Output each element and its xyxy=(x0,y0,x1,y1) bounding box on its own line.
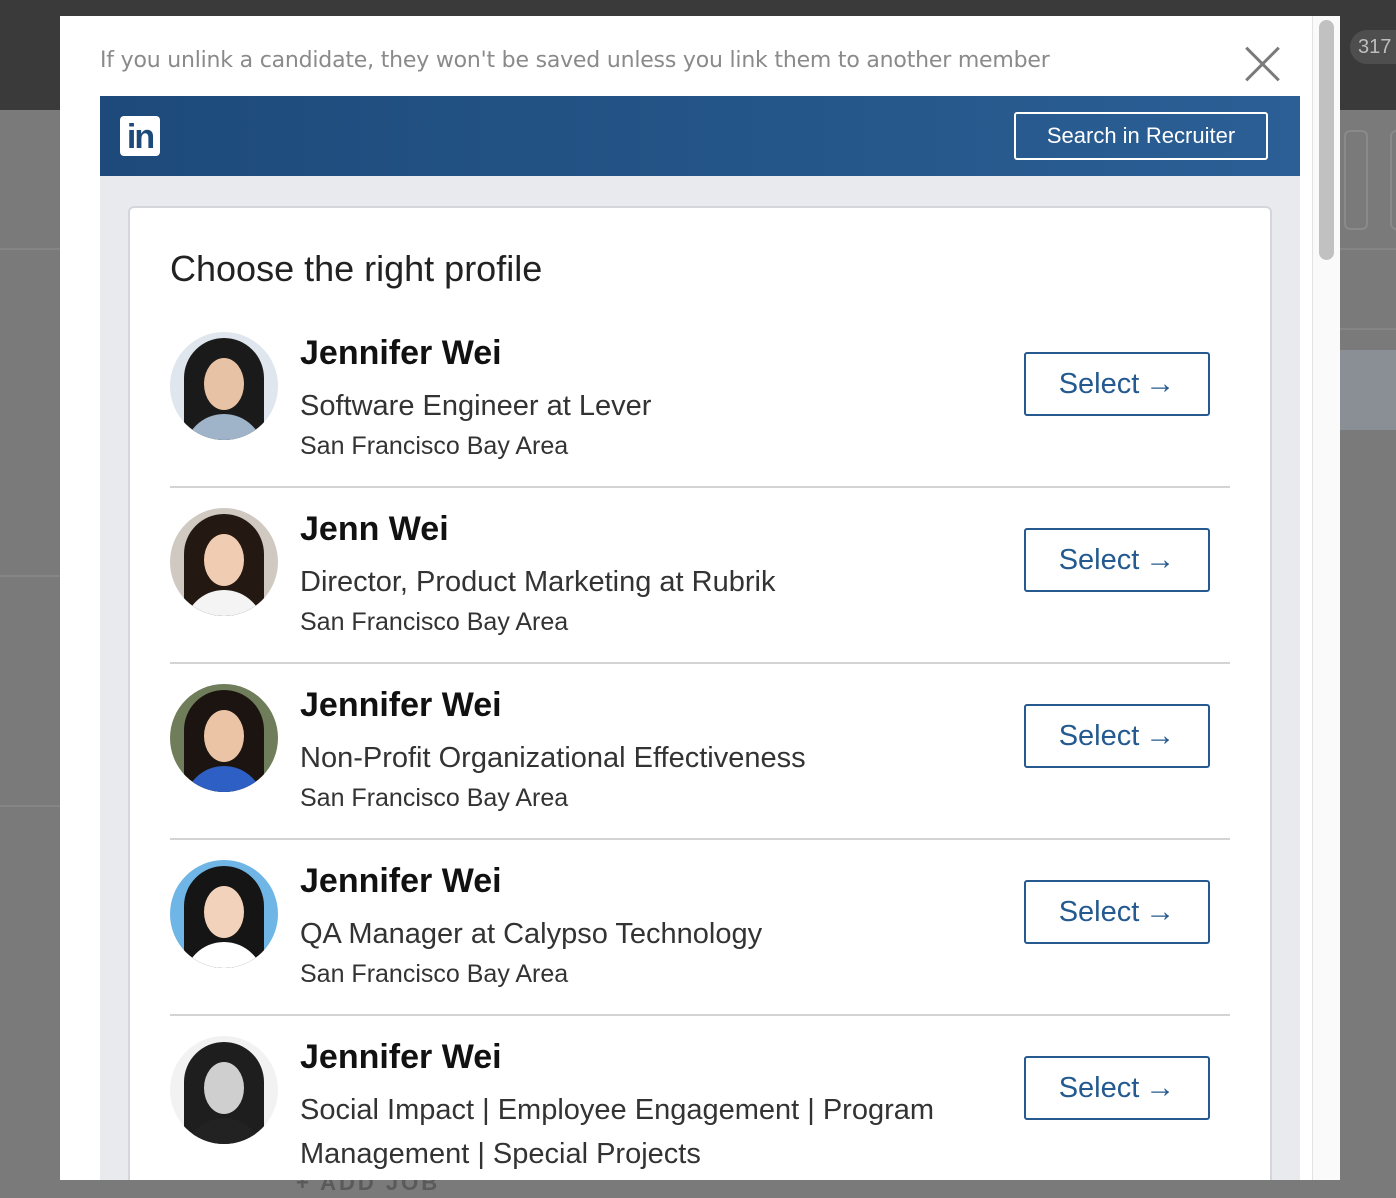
select-label: Select xyxy=(1058,896,1140,928)
select-label: Select xyxy=(1058,1072,1140,1104)
select-button[interactable]: Select → xyxy=(1024,352,1210,416)
select-label: Select xyxy=(1058,720,1140,752)
profile-row: Jennifer Wei Software Engineer at Lever … xyxy=(170,312,1230,488)
profile-row: Jennifer Wei Non-Profit Organizational E… xyxy=(170,664,1230,840)
profile-row: Jenn Wei Director, Product Marketing at … xyxy=(170,488,1230,664)
unlink-notice: If you unlink a candidate, they won't be… xyxy=(100,48,1050,73)
select-button[interactable]: Select → xyxy=(1024,528,1210,592)
background-box xyxy=(1390,130,1396,230)
avatar xyxy=(170,508,278,616)
profile-name: Jennifer Wei xyxy=(300,862,502,900)
card-title: Choose the right profile xyxy=(170,248,543,289)
profile-location: San Francisco Bay Area xyxy=(300,432,569,460)
close-icon[interactable] xyxy=(1242,44,1282,84)
profile-location: San Francisco Bay Area xyxy=(300,960,569,988)
arrow-right-icon: → xyxy=(1145,367,1176,400)
arrow-right-icon: → xyxy=(1145,719,1176,752)
background-divider xyxy=(0,248,60,250)
profile-name: Jenn Wei xyxy=(300,510,449,548)
profile-title: QA Manager at Calypso Technology xyxy=(300,918,763,950)
profile-location: San Francisco Bay Area xyxy=(300,784,569,812)
select-button[interactable]: Select → xyxy=(1024,1056,1210,1120)
profile-title: Social Impact | Employee Engagement | Pr… xyxy=(300,1094,935,1170)
avatar xyxy=(170,860,278,968)
profile-title: Software Engineer at Lever xyxy=(300,390,652,422)
background-divider xyxy=(0,575,60,577)
select-button[interactable]: Select → xyxy=(1024,704,1210,768)
profile-location: San Francisco Bay Area xyxy=(300,608,569,636)
background-divider xyxy=(0,805,60,807)
select-label: Select xyxy=(1058,368,1140,400)
arrow-right-icon: → xyxy=(1145,1071,1176,1104)
profile-name: Jennifer Wei xyxy=(300,1038,502,1076)
link-profile-modal: If you unlink a candidate, they won't be… xyxy=(60,16,1312,1180)
arrow-right-icon: → xyxy=(1145,895,1176,928)
linkedin-header: in Search in Recruiter xyxy=(100,96,1300,176)
select-button[interactable]: Select → xyxy=(1024,880,1210,944)
profile-row: Jennifer Wei QA Manager at Calypso Techn… xyxy=(170,840,1230,1016)
arrow-right-icon: → xyxy=(1145,543,1176,576)
scrollbar-thumb[interactable] xyxy=(1319,20,1334,260)
background-divider xyxy=(1340,248,1396,250)
background-count-badge: 317 xyxy=(1350,30,1396,64)
profile-row: Jennifer Wei Social Impact | Employee En… xyxy=(170,1016,1230,1180)
background-divider xyxy=(1340,328,1396,330)
profile-title: Non-Profit Organizational Effectiveness xyxy=(300,742,806,774)
select-label: Select xyxy=(1058,544,1140,576)
avatar xyxy=(170,684,278,792)
background-box xyxy=(1344,130,1368,230)
avatar xyxy=(170,332,278,440)
profile-name: Jennifer Wei xyxy=(300,686,502,724)
profile-title: Director, Product Marketing at Rubrik xyxy=(300,566,776,598)
linkedin-logo-icon: in xyxy=(120,116,160,156)
modal-scrollbar[interactable] xyxy=(1312,16,1340,1180)
profile-chooser-card: Choose the right profile Jennifer Wei So… xyxy=(128,206,1272,1180)
avatar xyxy=(170,1036,278,1144)
profile-name: Jennifer Wei xyxy=(300,334,502,372)
linkedin-body: Choose the right profile Jennifer Wei So… xyxy=(100,176,1300,1180)
background-block xyxy=(1340,350,1396,430)
search-in-recruiter-button[interactable]: Search in Recruiter xyxy=(1014,112,1268,160)
